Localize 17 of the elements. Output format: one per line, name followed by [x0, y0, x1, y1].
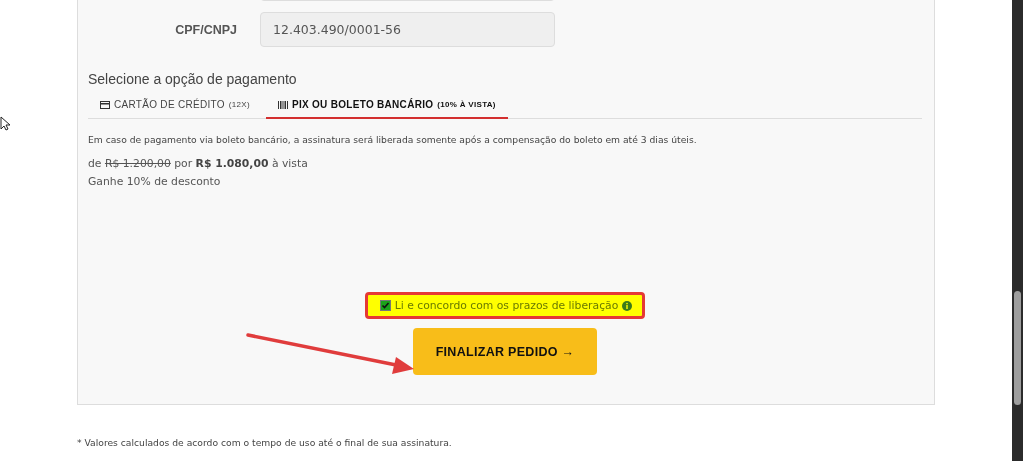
- consent-label: Li e concordo com os prazos de liberação: [394, 299, 619, 312]
- submit-button[interactable]: FINALIZAR PEDIDO →: [413, 328, 597, 375]
- info-icon[interactable]: [622, 300, 633, 311]
- payment-tab[interactable]: PIX OU BOLETO BANCÁRIO (10% À VISTA): [265, 93, 508, 119]
- scrollbar-thumb[interactable]: [1014, 291, 1021, 405]
- credit-card-icon: [100, 100, 110, 109]
- payment-notice: Em caso de pagamento via boleto bancário, a assinatura será liberada somente após a compensação do boleto em até 3 dias úteis.: [88, 134, 698, 145]
- checkbox[interactable]: [379, 300, 391, 311]
- scrollbar[interactable]: [1012, 0, 1023, 461]
- discount-text: Ganhe 10% de desconto: [88, 175, 222, 188]
- footnote: * Valores calculados de acordo com o tempo de uso até o final de sua assinatura.: [77, 437, 453, 448]
- payment-tab[interactable]: CARTÃO DE CRÉDITO (12X): [88, 93, 262, 119]
- section-heading: Selecione a opção de pagamento: [88, 71, 298, 87]
- text-field[interactable]: 12.403.490/0001-56: [260, 12, 555, 47]
- barcode-icon: [277, 100, 288, 109]
- price-text: de R$ 1.200,00 por R$ 1.080,00 à vista: [88, 157, 309, 170]
- field-label: CPF/CNPJ: [175, 22, 237, 37]
